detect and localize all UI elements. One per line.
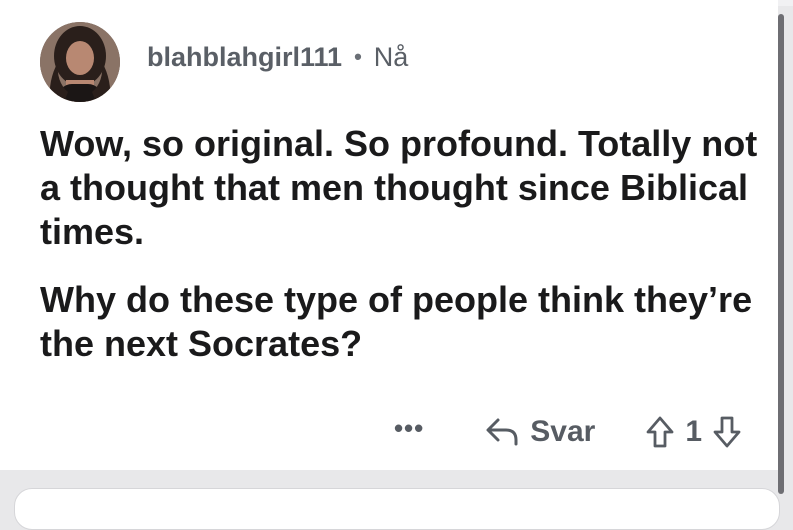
- avatar-image: [40, 22, 120, 102]
- comment-header: blahblahgirl111 • Nå: [147, 42, 408, 73]
- next-comment-card: [14, 488, 780, 530]
- more-options-button[interactable]: •••: [394, 413, 424, 444]
- upvote-arrow-icon[interactable]: [645, 415, 675, 449]
- username[interactable]: blahblahgirl111: [147, 42, 342, 73]
- vote-group: 1: [645, 415, 742, 449]
- comment-paragraph: Why do these type of people think they’r…: [40, 279, 753, 364]
- scrollbar[interactable]: [778, 14, 784, 494]
- reply-button[interactable]: Svar: [484, 415, 595, 449]
- vote-count: 1: [685, 415, 702, 448]
- reply-arrow-icon: [484, 416, 520, 448]
- comment-card: blahblahgirl111 • Nå Wow, so original. S…: [0, 0, 778, 470]
- comment-paragraph: Wow, so original. So profound. Totally n…: [40, 123, 758, 252]
- timestamp: Nå: [373, 42, 409, 72]
- reply-label: Svar: [530, 415, 596, 448]
- comment-body: Wow, so original. So profound. Totally n…: [40, 122, 760, 390]
- comment-action-bar: ••• Svar 1: [394, 408, 742, 456]
- downvote-arrow-icon[interactable]: [712, 415, 742, 449]
- avatar[interactable]: [40, 22, 120, 102]
- separator-dot: •: [354, 43, 362, 69]
